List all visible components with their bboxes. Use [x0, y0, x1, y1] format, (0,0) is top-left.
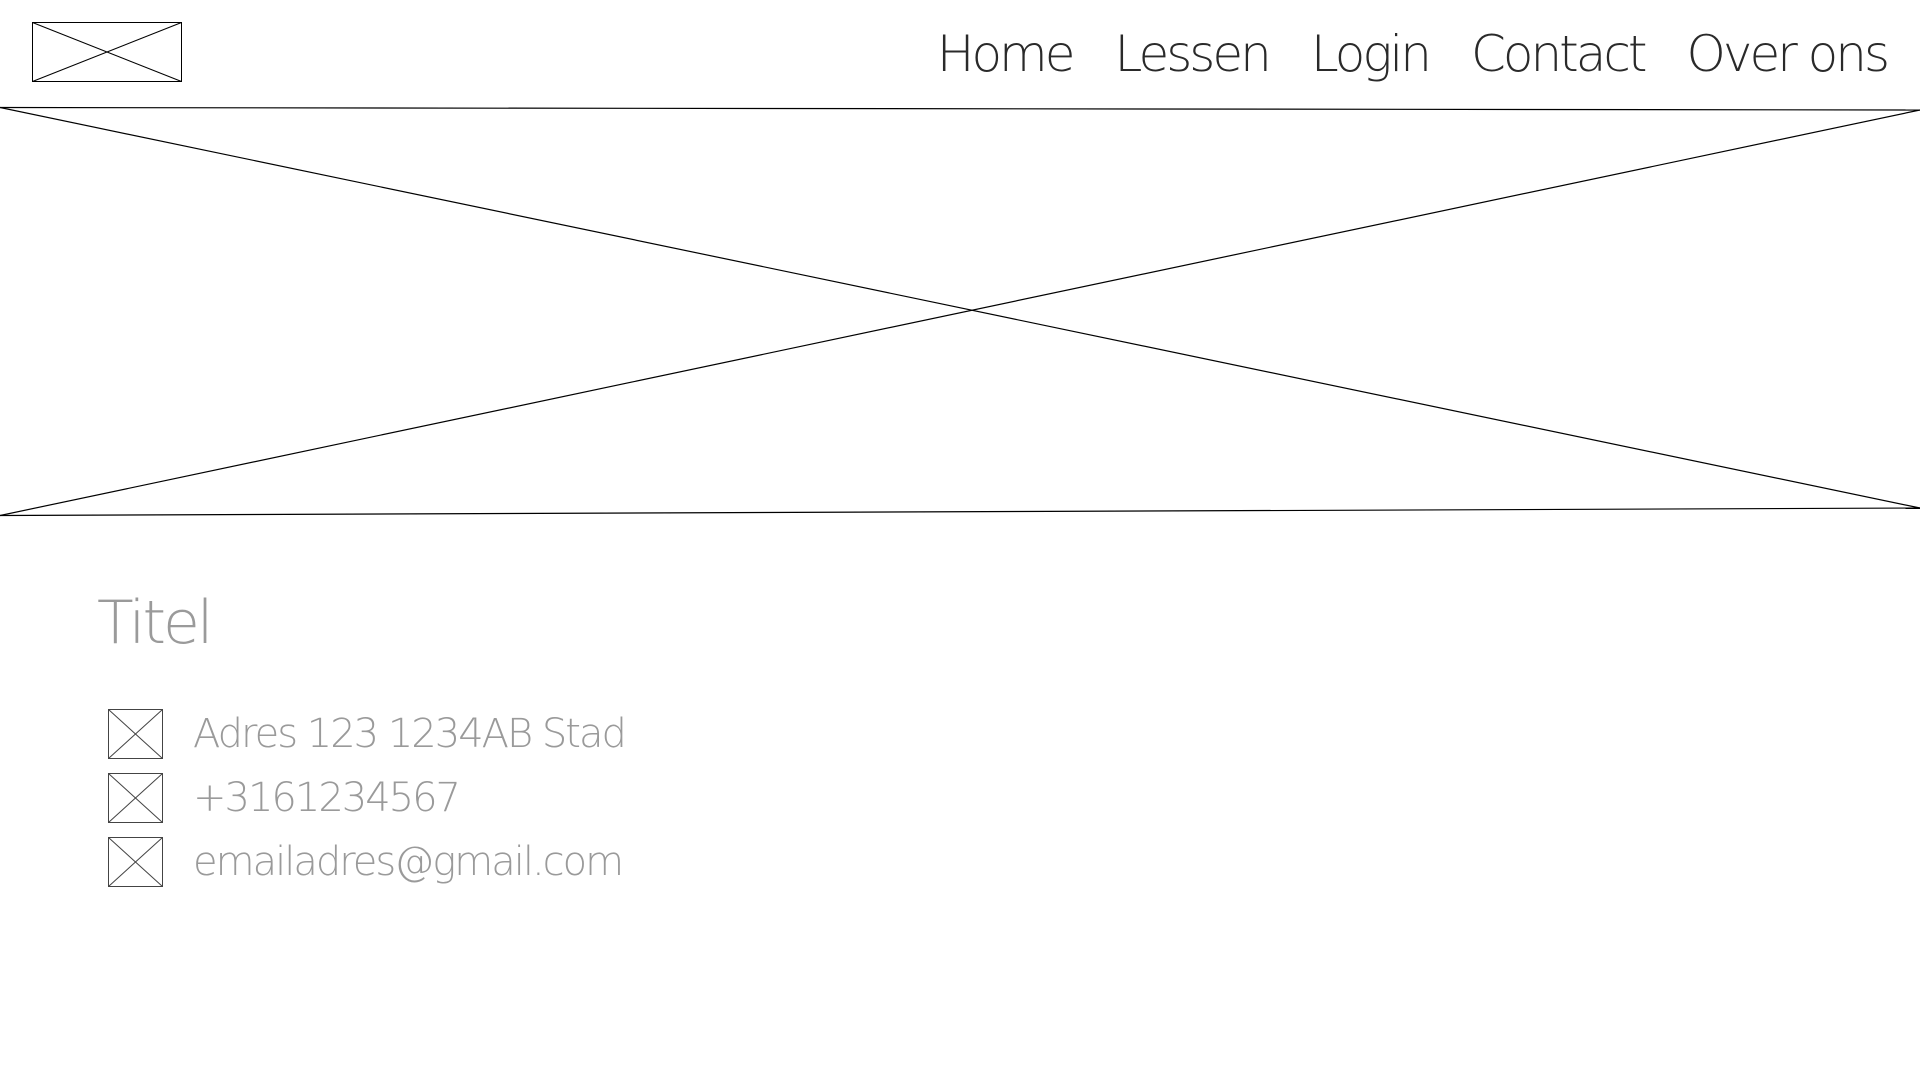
hero-image-placeholder-icon [0, 106, 1920, 517]
contact-address-text: Adres 123 1234AB Stad [193, 711, 627, 757]
page-title: Titel [97, 588, 214, 658]
logo-placeholder-icon[interactable] [32, 22, 182, 82]
contact-email-item: emailadres@gmail.com [108, 837, 625, 887]
nav-link-lessen[interactable]: Lessen [1115, 24, 1272, 84]
contact-phone-item: +3161234567 [108, 773, 625, 823]
nav-link-login[interactable]: Login [1311, 24, 1432, 84]
contact-email-text[interactable]: emailadres@gmail.com [193, 839, 624, 885]
contact-phone-text[interactable]: +3161234567 [193, 775, 461, 821]
contact-info-list: Adres 123 1234AB Stad +3161234567 emaila… [108, 709, 627, 901]
email-placeholder-icon [108, 837, 163, 887]
main-navigation: Home Lessen Login Contact Over ons [937, 24, 1890, 84]
nav-link-over-ons[interactable]: Over ons [1687, 24, 1890, 84]
nav-link-contact[interactable]: Contact [1471, 24, 1648, 84]
address-placeholder-icon [108, 709, 163, 759]
phone-placeholder-icon [108, 773, 163, 823]
nav-link-home[interactable]: Home [937, 24, 1076, 84]
contact-address-item: Adres 123 1234AB Stad [108, 709, 627, 759]
